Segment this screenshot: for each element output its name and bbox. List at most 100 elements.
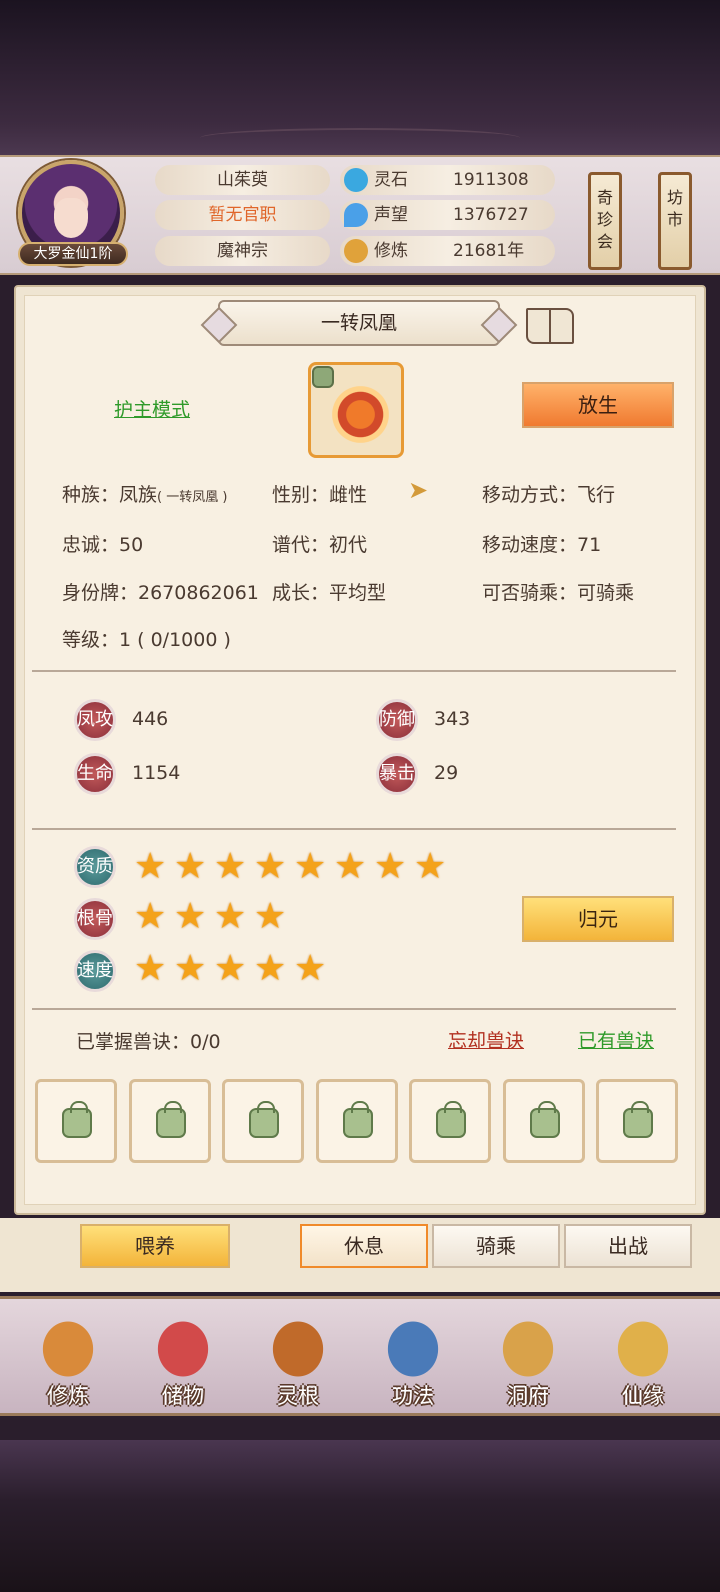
growth-info: 成长：平均型: [272, 582, 387, 604]
star-icon: ★: [214, 896, 247, 937]
bone-badge: 根骨: [74, 898, 116, 940]
gourd-icon: [611, 1314, 675, 1384]
reset-button[interactable]: 归元: [522, 896, 674, 942]
race-info: 种族：凤族( 一转凤凰 ): [62, 484, 228, 506]
star-icon: ★: [374, 846, 407, 887]
technique-book-icon: [381, 1314, 445, 1384]
aptitude-badge: 资质: [74, 846, 116, 888]
level-info: 等级：1 ( 0/1000 ): [62, 629, 231, 651]
nav-item[interactable]: 储物: [133, 1306, 233, 1416]
generation-info: 谱代：初代: [272, 534, 368, 556]
nav-item[interactable]: 修炼: [18, 1306, 118, 1416]
feed-button[interactable]: 喂养: [80, 1224, 230, 1268]
hp-badge: 生命: [74, 753, 116, 795]
market-button[interactable]: 坊市: [658, 172, 692, 270]
player-name: 山茱萸: [155, 165, 330, 195]
hp-value: 1154: [132, 762, 181, 784]
book-quill-icon[interactable]: [526, 308, 574, 344]
star-icon: ★: [254, 948, 287, 989]
star-icon: ★: [134, 948, 167, 989]
crit-badge: 暴击: [376, 753, 418, 795]
rank-badge: 大罗金仙1阶: [18, 242, 128, 266]
cave-house-icon: [496, 1314, 560, 1384]
speed-stars: ★ ★ ★ ★ ★: [134, 950, 334, 990]
bone-stars: ★ ★ ★ ★: [134, 898, 294, 938]
resource-spirit-stone[interactable]: 灵石 1911308: [340, 165, 555, 195]
nav-label: 修炼: [47, 1384, 89, 1408]
attack-badge: 凤攻: [74, 699, 116, 741]
rest-button[interactable]: 休息: [300, 1224, 428, 1268]
lock-icon: [312, 366, 334, 388]
lock-icon: [249, 1101, 279, 1138]
arrow-icon[interactable]: ➤: [408, 478, 438, 502]
ride-button[interactable]: 骑乘: [432, 1224, 560, 1268]
star-icon: ★: [214, 948, 247, 989]
rideable-info: 可否骑乘：可骑乘: [482, 582, 635, 604]
star-icon: ★: [174, 948, 207, 989]
star-icon: ★: [254, 896, 287, 937]
skill-slot[interactable]: [315, 1079, 398, 1163]
gender-info: 性别：雌性: [272, 484, 368, 506]
nav-item[interactable]: 仙缘: [593, 1306, 693, 1416]
nav-item[interactable]: 灵根: [248, 1306, 348, 1416]
lock-icon: [155, 1101, 186, 1138]
lock-icon: [62, 1101, 92, 1138]
nav-label: 洞府: [507, 1384, 549, 1408]
star-icon: ★: [334, 846, 367, 887]
lock-icon: [436, 1101, 466, 1138]
storage-bag-icon: [151, 1314, 215, 1384]
nav-label: 灵根: [277, 1384, 319, 1408]
official-title[interactable]: 暂无官职: [155, 200, 330, 230]
cultivate-icon: [36, 1314, 100, 1384]
bottom-backdrop: [0, 1440, 720, 1592]
nav-item[interactable]: 洞府: [478, 1306, 578, 1416]
forget-skill-link[interactable]: 忘却兽诀: [448, 1026, 524, 1053]
lock-icon: [342, 1101, 373, 1138]
mastered-skills: 已掌握兽诀：0/0: [76, 1031, 221, 1053]
treasure-market-button[interactable]: 奇珍会: [588, 172, 622, 270]
skill-slot[interactable]: [502, 1079, 585, 1163]
skill-slot[interactable]: [596, 1079, 678, 1163]
move-type-info: 移动方式：飞行: [482, 484, 616, 506]
guard-mode-link[interactable]: 护主模式: [114, 395, 190, 422]
resource-cultivation[interactable]: 修炼 21681年: [340, 236, 555, 266]
skill-slot[interactable]: [409, 1079, 491, 1163]
loyalty-info: 忠诚：50: [62, 534, 144, 556]
meditation-icon: [344, 239, 368, 263]
divider: [32, 828, 676, 830]
spirit-stone-icon: [344, 168, 368, 192]
defense-value: 343: [434, 708, 471, 730]
divider: [32, 1008, 676, 1010]
speed-badge: 速度: [74, 950, 116, 992]
star-icon: ★: [254, 846, 287, 887]
defense-badge: 防御: [376, 699, 418, 741]
sect-name: 魔神宗: [155, 236, 330, 266]
skill-slot[interactable]: [222, 1079, 304, 1163]
divider: [32, 670, 676, 672]
id-tag-info: 身份牌：2670862061: [62, 582, 259, 604]
battle-button[interactable]: 出战: [564, 1224, 692, 1268]
top-backdrop: [0, 0, 720, 155]
star-icon: ★: [134, 896, 167, 937]
star-icon: ★: [174, 846, 207, 887]
nav-label: 功法: [392, 1384, 434, 1408]
skill-slot[interactable]: [35, 1079, 117, 1163]
lock-icon: [623, 1101, 653, 1138]
lock-icon: [529, 1101, 560, 1138]
star-icon: ★: [294, 846, 327, 887]
spirit-root-icon: [266, 1314, 330, 1384]
star-icon: ★: [294, 948, 327, 989]
resource-prestige[interactable]: 声望 1376727: [340, 200, 555, 230]
nav-item[interactable]: 功法: [363, 1306, 463, 1416]
star-icon: ★: [174, 896, 207, 937]
nav-label: 储物: [162, 1384, 204, 1408]
move-speed-info: 移动速度：71: [482, 534, 602, 556]
skill-slot[interactable]: [128, 1079, 211, 1163]
star-icon: ★: [214, 846, 247, 887]
star-icon: ★: [414, 846, 447, 887]
owned-skills-link[interactable]: 已有兽诀: [578, 1026, 654, 1053]
release-button[interactable]: 放生: [522, 382, 674, 428]
prestige-icon: [344, 203, 368, 227]
aptitude-stars: ★ ★ ★ ★ ★ ★ ★ ★: [134, 848, 454, 888]
pet-title: 一转凤凰: [218, 300, 500, 346]
